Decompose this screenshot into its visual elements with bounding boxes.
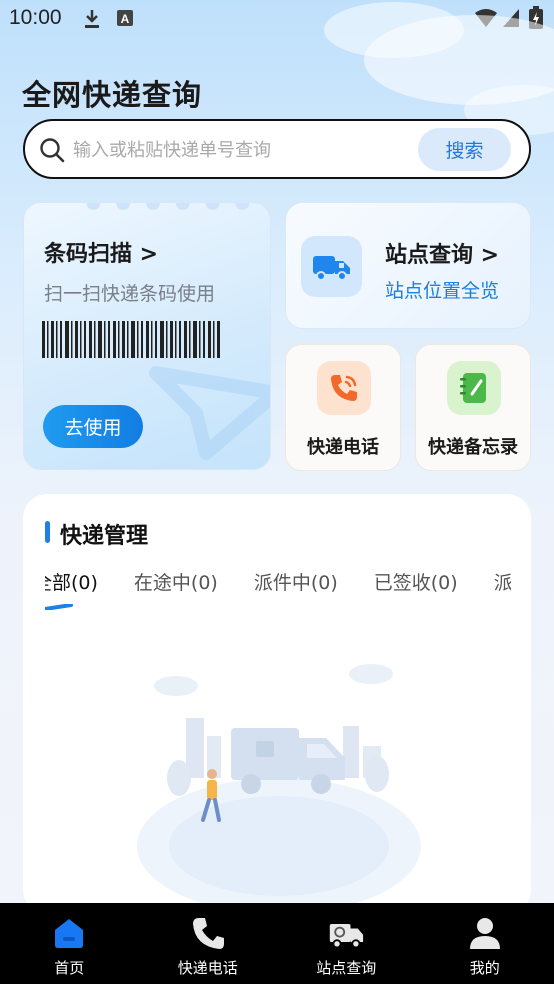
phone-card-label: 快递电话 [307,437,379,458]
phone-icon [192,918,224,949]
search-icon [40,138,65,163]
svg-text:A: A [121,12,130,26]
truck-tile [301,236,362,297]
memo-card-label: 快递备忘录 [428,437,518,458]
signal-icon [503,9,519,27]
nav-mine[interactable]: 我的 [416,903,554,984]
phone-tile [317,361,371,415]
ticket-notches [86,203,250,210]
keyboard-a-icon: A [117,10,133,26]
nav-home-label: 首页 [54,959,85,977]
scan-card-subtitle: 扫一扫快递条码使用 [44,283,216,305]
station-query-card[interactable]: 站点查询 > 站点位置全览 [285,202,531,329]
download-icon [85,10,99,28]
search-input[interactable] [73,131,413,169]
scan-card-title: 条码扫描 > [44,242,159,267]
nav-station-label: 站点查询 [316,959,377,977]
home-icon [55,919,84,948]
status-time: 10:00 [9,6,62,29]
express-memo-card[interactable]: 快递备忘录 [415,344,531,471]
tab-all[interactable]: 全部(0) [45,568,98,595]
nav-home[interactable]: 首页 [0,903,139,984]
use-scan-button[interactable]: 去使用 [43,405,143,448]
nav-station-query[interactable]: 站点查询 [277,903,416,984]
truck-icon [330,924,364,949]
active-tab-indicator [45,604,73,610]
user-icon [469,918,500,949]
memo-tile [447,361,501,415]
search-bar: 搜索 [23,119,531,179]
express-management-panel: 快递管理 全部(0) 在途中(0) 派件中(0) 已签收(0) 派送 [23,494,531,914]
tab-delivering[interactable]: 派件中(0) [254,568,338,595]
tab-dispatch[interactable]: 派送 [494,568,511,595]
nav-mine-label: 我的 [469,959,500,977]
phone-call-icon [331,375,357,401]
nav-phone-label: 快递电话 [177,959,238,977]
tab-signed[interactable]: 已签收(0) [374,568,458,595]
station-card-subtitle: 站点位置全览 [385,280,500,302]
station-card-title: 站点查询 > [385,243,500,268]
notebook-icon [460,373,486,403]
barcode-scan-card[interactable]: 条码扫描 > 扫一扫快递条码使用 去使用 [23,202,271,470]
truck-icon [312,255,350,281]
express-phone-card[interactable]: 快递电话 [285,344,401,471]
section-accent-bar [45,521,50,543]
paper-plane-icon [149,366,270,460]
section-title: 快递管理 [60,524,149,549]
nav-express-phone[interactable]: 快递电话 [139,903,278,984]
battery-icon [529,6,543,29]
status-bar: 10:00 A [0,0,554,38]
status-tabs: 全部(0) 在途中(0) 派件中(0) 已签收(0) 派送 [45,568,511,618]
empty-state-illustration [137,664,421,914]
tab-in-transit[interactable]: 在途中(0) [134,568,218,595]
wifi-icon [475,9,497,27]
bottom-navigation: 首页 快递电话 站点查询 我的 [0,903,554,984]
page-title: 全网快递查询 [22,78,203,112]
search-button[interactable]: 搜索 [418,128,511,171]
